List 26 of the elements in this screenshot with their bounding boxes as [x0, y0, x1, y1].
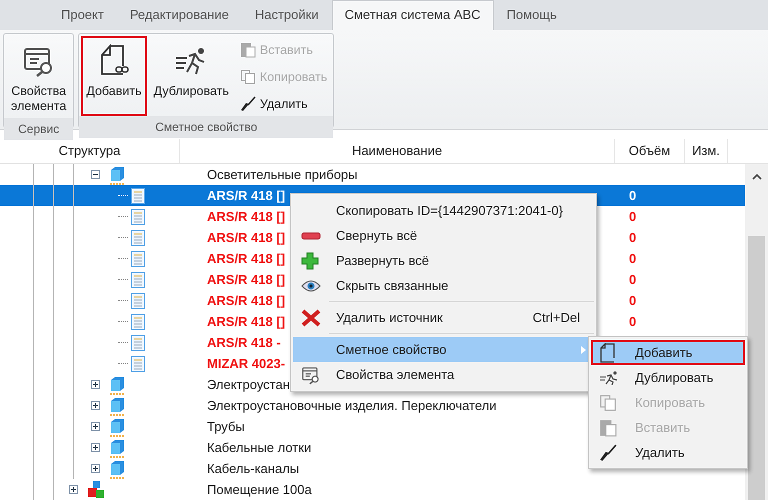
tree-label: Кабель-каналы [207, 461, 300, 476]
tree-label: Осветительные приборы [207, 167, 358, 182]
shortcut-label: Ctrl+Del [532, 308, 580, 327]
tree-label: Кабельные лотки [207, 440, 312, 455]
volume-value: 0 [629, 230, 636, 245]
tree-label: ARS/R 418 [] [207, 272, 286, 287]
volume-value: 0 [629, 272, 636, 287]
tree-label: ARS/R 418 [] [207, 251, 286, 266]
volume-value: 0 [629, 251, 636, 266]
group-title: Сметное свойство [79, 116, 334, 138]
tree-label: ARS/R 418 [] [207, 314, 286, 329]
tree-label: MIZAR 4023- [207, 356, 286, 371]
volume-value: 0 [629, 314, 636, 329]
tree-label: Трубы [207, 419, 245, 434]
tree-label: ARS/R 418 [] [207, 188, 286, 203]
tree-label: Электроустановочные изделия. Переключатели [207, 398, 496, 413]
volume-value: 0 [629, 293, 636, 308]
tree-label: ARS/R 418 [] [207, 293, 286, 308]
tree-label: Помещение 100а [207, 482, 312, 497]
tree-label: Электроустан [207, 377, 290, 392]
volume-value: 0 [629, 209, 636, 224]
tree-label: ARS/R 418 [] [207, 230, 286, 245]
tree-label: ARS/R 418 [] [207, 209, 286, 224]
volume-value: 0 [629, 188, 636, 203]
group-title: Сервис [4, 118, 74, 140]
tree-label: ARS/R 418 - [207, 335, 281, 350]
